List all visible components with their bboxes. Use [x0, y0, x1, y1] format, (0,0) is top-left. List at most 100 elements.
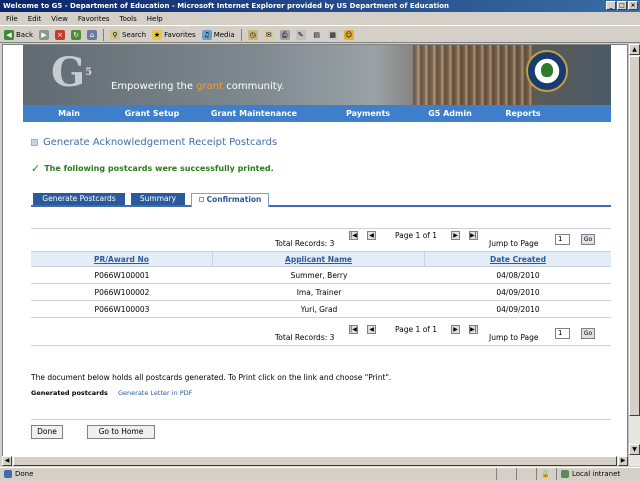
mail-icon[interactable]: ✉	[263, 29, 274, 40]
first-page-button[interactable]: |◀	[349, 325, 358, 334]
last-page-button[interactable]: ▶|	[469, 325, 478, 334]
table-row: P066W100001 Summer, Berry 04/08/2010	[31, 267, 611, 284]
pager-bottom: Total Records: 3 |◀ ◀ Page 1 of 1 ▶ ▶| J…	[31, 323, 611, 345]
table-row: P066W100003 Yuri, Grad 04/09/2010	[31, 301, 611, 318]
nav-grant-maintenance[interactable]: Grant Maintenance	[189, 109, 319, 118]
tab-confirmation[interactable]: Confirmation	[191, 193, 269, 207]
nav-payments[interactable]: Payments	[319, 109, 417, 118]
cell-award-no: P066W100002	[94, 288, 150, 297]
generate-letter-pdf-link[interactable]: Generate Letter in PDF	[118, 389, 192, 397]
discuss-icon[interactable]: ▤	[311, 29, 322, 40]
history-icon[interactable]: ◷	[247, 29, 258, 40]
media-button[interactable]: ♫ Media	[201, 29, 235, 40]
pager-top: Total Records: 3 |◀ ◀ Page 1 of 1 ▶ ▶| J…	[31, 229, 611, 251]
home-icon[interactable]: ⌂	[87, 29, 97, 40]
scroll-right-icon[interactable]: ▶	[618, 456, 628, 466]
g5-banner: G5 Empowering the grant community.	[23, 45, 611, 105]
messenger-icon[interactable]: ☺	[343, 29, 354, 40]
back-button[interactable]: ◀ Back	[4, 29, 33, 40]
nav-reports[interactable]: Reports	[483, 109, 563, 118]
page-viewport: G5 Empowering the grant community. Main …	[2, 44, 628, 466]
prev-page-button[interactable]: ◀	[367, 325, 376, 334]
lock-icon: 🔒	[541, 469, 550, 478]
stop-icon[interactable]: ×	[55, 29, 65, 40]
column-pr-award-no[interactable]: PR/Award No	[31, 252, 213, 266]
cell-applicant-name: Summer, Berry	[290, 271, 348, 280]
forward-arrow-icon: ▶	[39, 29, 49, 40]
page-info: Page 1 of 1	[395, 231, 438, 240]
cell-date-created: 04/09/2010	[496, 288, 540, 297]
menu-tools[interactable]: Tools	[120, 13, 137, 25]
toolbar: ◀ Back ▶ × ↻ ⌂ ⚲ Search ★ Favorites ♫ Me…	[0, 27, 640, 43]
scroll-thumb[interactable]	[629, 56, 640, 416]
search-button[interactable]: ⚲ Search	[110, 29, 147, 40]
next-page-button[interactable]: ▶	[451, 325, 460, 334]
research-icon[interactable]: ▦	[327, 29, 338, 40]
print-icon[interactable]: ⎙	[279, 29, 290, 40]
minimize-button[interactable]: _	[606, 1, 616, 10]
nav-g5-admin[interactable]: G5 Admin	[417, 109, 483, 118]
wizard-tabs: Generate Postcards Summary Confirmation	[31, 193, 611, 207]
print-instructions: The document below holds all postcards g…	[31, 373, 392, 382]
jump-to-page-label: Jump to Page	[489, 333, 539, 342]
edit-icon[interactable]: ✎	[295, 29, 306, 40]
go-button[interactable]: Go	[581, 234, 595, 245]
media-icon: ♫	[201, 29, 212, 40]
security-zone: Local intranet	[556, 468, 640, 480]
postcards-table: PR/Award No Applicant Name Date Created …	[31, 251, 611, 318]
department-seal-icon	[526, 50, 568, 92]
tab-summary[interactable]: Summary	[131, 193, 185, 205]
prev-page-button[interactable]: ◀	[367, 231, 376, 240]
tab-marker-icon	[198, 197, 204, 202]
first-page-button[interactable]: |◀	[349, 231, 358, 240]
g5-logo: G5	[51, 49, 93, 96]
table-header: PR/Award No Applicant Name Date Created	[31, 251, 611, 267]
vertical-scrollbar[interactable]: ▲ ▼	[628, 44, 640, 466]
done-button[interactable]: Done	[31, 425, 63, 439]
nav-grant-setup[interactable]: Grant Setup	[115, 109, 189, 118]
favorites-label: Favorites	[164, 30, 196, 39]
page-title: Generate Acknowledgement Receipt Postcar…	[31, 137, 277, 148]
cell-date-created: 04/08/2010	[496, 271, 540, 280]
tagline: Empowering the grant community.	[111, 81, 285, 92]
menu-help[interactable]: Help	[147, 13, 163, 25]
nav-main[interactable]: Main	[23, 109, 115, 118]
checkmark-icon: ✓	[31, 162, 41, 175]
jump-to-page-input[interactable]: 1	[555, 234, 570, 245]
column-date-created[interactable]: Date Created	[425, 252, 611, 266]
generated-postcards-label: Generated postcards	[31, 389, 108, 397]
menu-favorites[interactable]: Favorites	[78, 13, 110, 25]
menu-edit[interactable]: Edit	[28, 13, 42, 25]
status-bar: Done 🔒 Local intranet	[0, 467, 640, 480]
refresh-icon[interactable]: ↻	[71, 29, 81, 40]
last-page-button[interactable]: ▶|	[469, 231, 478, 240]
menu-bar: File Edit View Favorites Tools Help	[0, 13, 640, 26]
tab-generate-postcards[interactable]: Generate Postcards	[33, 193, 125, 205]
go-to-home-button[interactable]: Go to Home	[87, 425, 155, 439]
close-button[interactable]: ×	[628, 1, 638, 10]
bullet-square-icon	[31, 139, 38, 146]
cell-applicant-name: Yuri, Grad	[300, 305, 338, 314]
next-page-button[interactable]: ▶	[451, 231, 460, 240]
jump-to-page-label: Jump to Page	[489, 239, 539, 248]
h-scroll-thumb[interactable]	[13, 456, 617, 466]
divider	[31, 345, 611, 346]
back-arrow-icon: ◀	[4, 29, 14, 40]
maximize-button[interactable]: □	[617, 1, 627, 10]
scroll-up-icon[interactable]: ▲	[629, 44, 640, 55]
scroll-left-icon[interactable]: ◀	[2, 456, 12, 466]
title-bar: Welcome to G5 - Department of Education …	[0, 0, 640, 12]
search-label: Search	[122, 30, 147, 39]
forward-button[interactable]: ▶	[39, 29, 49, 40]
bookshelf-image	[413, 45, 533, 105]
menu-file[interactable]: File	[6, 13, 18, 25]
column-applicant-name[interactable]: Applicant Name	[213, 252, 425, 266]
horizontal-scrollbar[interactable]: ◀ ▶	[2, 456, 628, 466]
favorites-button[interactable]: ★ Favorites	[152, 29, 196, 40]
jump-to-page-input[interactable]: 1	[555, 328, 570, 339]
success-message: ✓ The following postcards were successfu…	[31, 162, 274, 175]
menu-view[interactable]: View	[51, 13, 68, 25]
scroll-down-icon[interactable]: ▼	[629, 444, 640, 455]
intranet-icon	[561, 470, 569, 478]
go-button[interactable]: Go	[581, 328, 595, 339]
